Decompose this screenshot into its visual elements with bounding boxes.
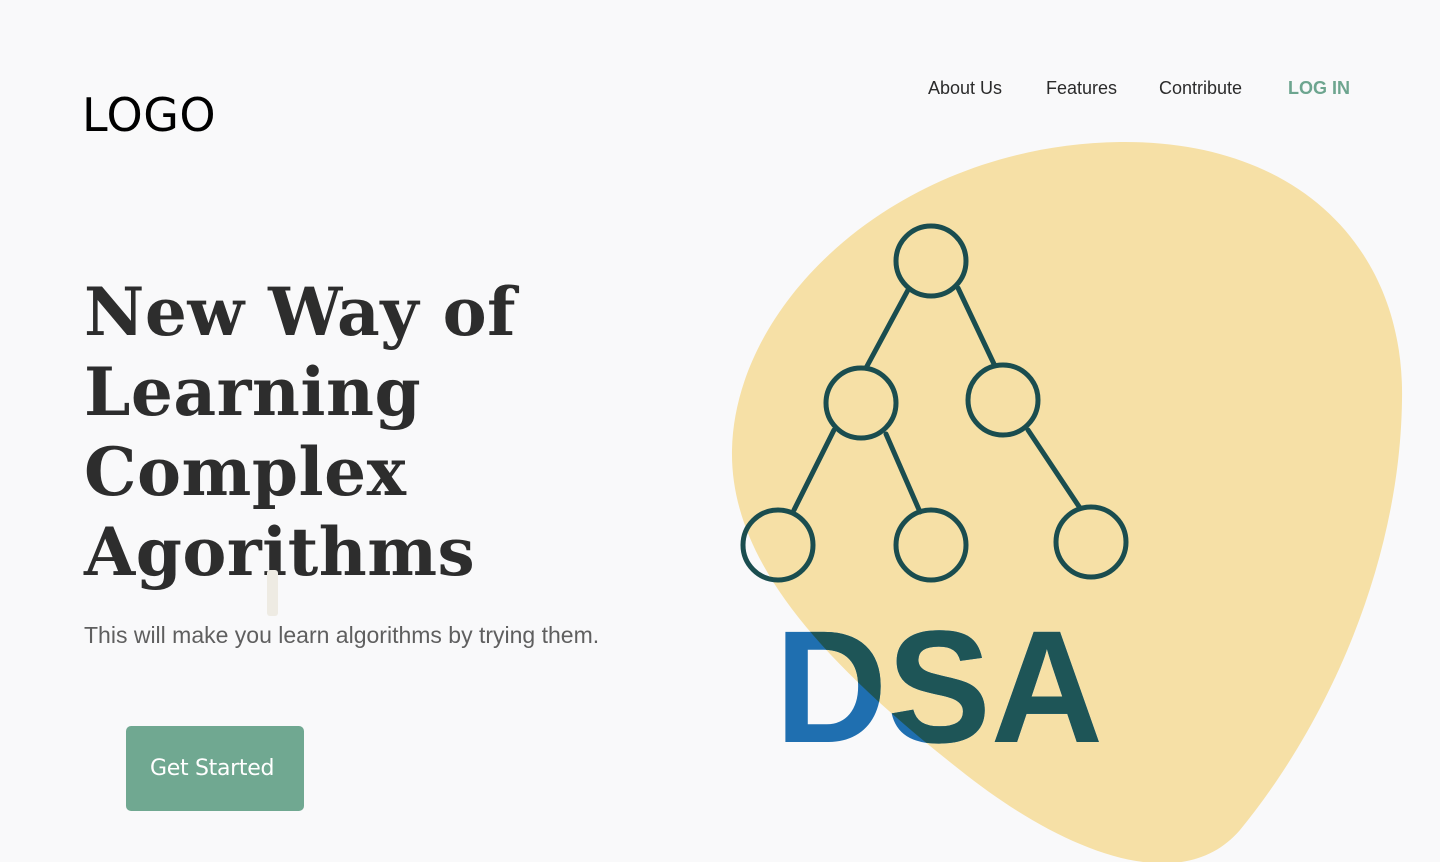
hero-subtitle: This will make you learn algorithms by t… (84, 622, 600, 648)
text-cursor-marker (267, 570, 278, 616)
nav-link-features[interactable]: Features (1046, 76, 1117, 100)
headline-line: Agorithms (84, 513, 476, 591)
tree-diagram-icon (740, 223, 1129, 583)
nav-link-about-us[interactable]: About Us (928, 76, 1002, 100)
hero-headline: New Way of Learning Complex Agorithms (84, 272, 644, 592)
yellow-blob-shape (731, 141, 1403, 862)
site-logo[interactable]: LOGO (82, 88, 216, 142)
headline-line: Learning (84, 353, 422, 431)
login-link[interactable]: LOG IN (1288, 76, 1350, 100)
landing-page: DSA DSA LOGO About Us Features Contribut… (0, 0, 1440, 862)
headline-line: Complex (84, 433, 407, 511)
dsa-wordmark: DSA DSA (775, 597, 1103, 776)
svg-text:DSA: DSA (775, 597, 1103, 776)
headline-line: New Way of (84, 273, 517, 351)
nav-link-contribute[interactable]: Contribute (1159, 76, 1242, 100)
svg-text:DSA: DSA (775, 597, 1103, 776)
get-started-button[interactable]: Get Started (126, 726, 304, 811)
